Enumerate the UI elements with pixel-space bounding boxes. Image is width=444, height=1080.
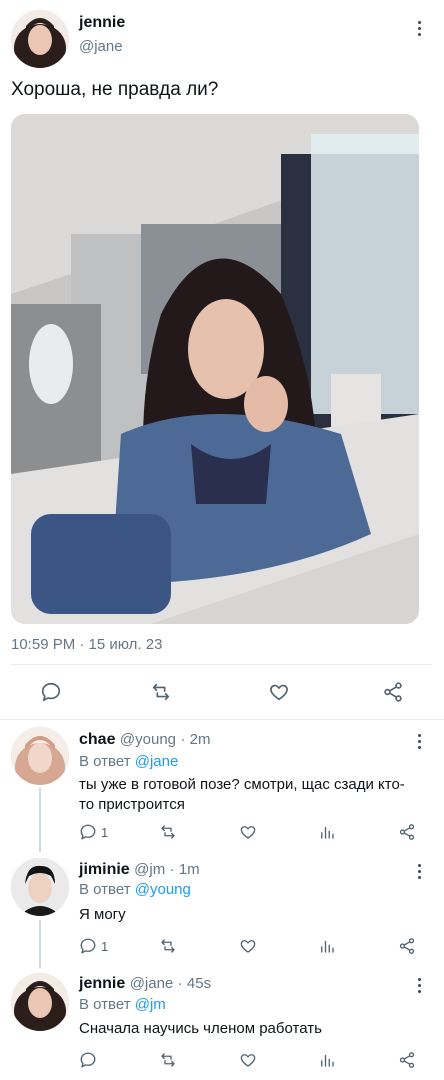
more-vertical-icon[interactable] bbox=[416, 864, 422, 879]
reply-time: · 2m bbox=[180, 731, 211, 748]
reply-actions: 1 bbox=[0, 937, 444, 957]
bar-chart-icon[interactable] bbox=[318, 1051, 336, 1069]
reply-to-link[interactable]: @jm bbox=[135, 996, 166, 1013]
comment-icon[interactable] bbox=[40, 681, 62, 703]
reply-count: 1 bbox=[101, 938, 109, 954]
retweet-icon[interactable] bbox=[159, 823, 177, 841]
reply-header: jiminie @jm · 1m bbox=[79, 861, 200, 879]
author-name[interactable]: jennie bbox=[79, 14, 125, 32]
reply-time: · 45s bbox=[177, 975, 212, 992]
reply-to-line: В ответ @young bbox=[79, 881, 191, 898]
tweet-photo[interactable] bbox=[11, 114, 419, 624]
tweet-timestamp[interactable]: 10:59 PM · 15 июл. 23 bbox=[11, 636, 162, 653]
reply-avatar[interactable] bbox=[11, 973, 69, 1031]
reply-name[interactable]: chae bbox=[79, 731, 115, 748]
comment-icon[interactable]: 1 bbox=[79, 823, 108, 841]
reply-to-prefix: В ответ bbox=[79, 881, 131, 898]
tweet-actions bbox=[0, 681, 444, 705]
reply-to-prefix: В ответ bbox=[79, 996, 131, 1013]
heart-icon[interactable] bbox=[239, 937, 257, 955]
heart-icon[interactable] bbox=[239, 823, 257, 841]
comment-icon[interactable] bbox=[79, 1051, 101, 1069]
reply-avatar[interactable] bbox=[11, 727, 69, 785]
reply-actions bbox=[0, 1051, 444, 1071]
share-icon[interactable] bbox=[398, 937, 416, 955]
share-icon[interactable] bbox=[382, 681, 404, 703]
reply-header: chae @young · 2m bbox=[79, 731, 210, 749]
more-vertical-icon[interactable] bbox=[416, 21, 422, 36]
reply-text: ты уже в готовой позе? смотри, щас сзади… bbox=[79, 776, 405, 813]
tweet-text: Хороша, не правда ли? bbox=[11, 79, 219, 100]
reply-handle[interactable]: @jane bbox=[130, 975, 174, 992]
heart-icon[interactable] bbox=[268, 681, 290, 703]
reply-handle[interactable]: @jm bbox=[134, 861, 165, 878]
reply-time: · 1m bbox=[169, 861, 200, 878]
divider bbox=[0, 719, 444, 720]
reply-handle[interactable]: @young bbox=[120, 731, 176, 748]
more-vertical-icon[interactable] bbox=[416, 978, 422, 993]
reply-avatar[interactable] bbox=[11, 858, 69, 916]
retweet-icon[interactable] bbox=[159, 1051, 177, 1069]
reply-to-line: В ответ @jm bbox=[79, 996, 166, 1013]
reply-header: jennie @jane · 45s bbox=[79, 975, 211, 993]
reply-to-line: В ответ @jane bbox=[79, 753, 178, 770]
bar-chart-icon[interactable] bbox=[318, 937, 336, 955]
reply-text: Я могу bbox=[79, 906, 126, 923]
share-icon[interactable] bbox=[398, 1051, 416, 1069]
reply-actions: 1 bbox=[0, 823, 444, 843]
more-vertical-icon[interactable] bbox=[416, 734, 422, 749]
heart-icon[interactable] bbox=[239, 1051, 257, 1069]
retweet-icon[interactable] bbox=[159, 937, 177, 955]
retweet-icon[interactable] bbox=[150, 681, 172, 703]
reply-to-prefix: В ответ bbox=[79, 753, 131, 770]
reply-to-link[interactable]: @young bbox=[135, 881, 191, 898]
comment-icon[interactable]: 1 bbox=[79, 937, 108, 955]
reply-name[interactable]: jiminie bbox=[79, 861, 130, 878]
share-icon[interactable] bbox=[398, 823, 416, 841]
reply-to-link[interactable]: @jane bbox=[135, 753, 179, 770]
bar-chart-icon[interactable] bbox=[318, 823, 336, 841]
author-avatar[interactable] bbox=[11, 10, 69, 68]
divider bbox=[11, 664, 432, 665]
reply-count: 1 bbox=[101, 824, 109, 840]
reply-name[interactable]: jennie bbox=[79, 975, 125, 992]
author-handle[interactable]: @jane bbox=[79, 38, 123, 55]
reply-text: Сначала научись членом работать bbox=[79, 1020, 322, 1037]
